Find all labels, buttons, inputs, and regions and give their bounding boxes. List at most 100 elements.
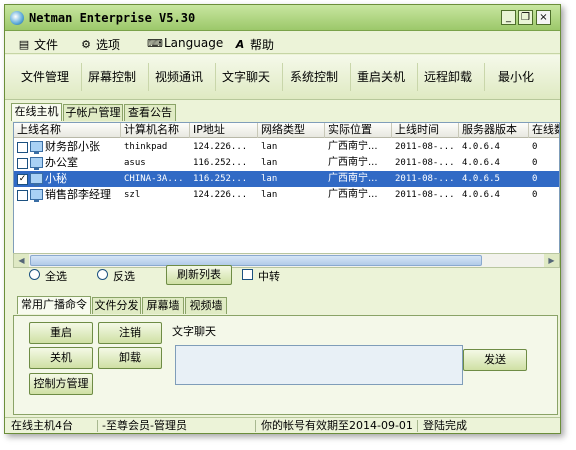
account-expiry-status: 你的帐号有效期至2014-09-01	[261, 419, 413, 432]
account-level-status: -至尊会员-管理员	[102, 419, 187, 432]
relay-label[interactable]: 中转	[258, 268, 280, 284]
table-header: 上线名称 计算机名称 IP地址 网络类型 实际位置 上线时间 服务器版本 在线数	[14, 123, 559, 138]
network-type: lan	[261, 190, 278, 200]
file-manager-button[interactable]: 文件管理	[12, 59, 78, 95]
system-control-button[interactable]: 系统控制	[281, 59, 347, 95]
uninstall-button[interactable]: 卸载	[98, 347, 162, 369]
row-checkbox[interactable]	[17, 158, 28, 169]
location: 广西南宁...	[328, 157, 378, 168]
computer-icon	[30, 141, 43, 154]
invert-selection-label[interactable]: 反选	[113, 268, 135, 284]
menu-language[interactable]: ⌨ Language	[147, 36, 223, 50]
table-row[interactable]: 销售部李经理 szl 124.226... lan 广西南宁... 2011-0…	[14, 187, 559, 203]
computer-name: asus	[124, 158, 146, 168]
status-divider	[417, 420, 418, 432]
restart-button[interactable]: 重启	[29, 322, 93, 344]
column-header[interactable]: 上线名称	[14, 123, 121, 138]
menu-options-label: 选项	[96, 38, 121, 52]
tab-online-hosts[interactable]: 在线主机	[11, 103, 62, 121]
refresh-list-button[interactable]: 刷新列表	[166, 265, 232, 285]
app-window: Netman Enterprise V5.30 _ ❐ × ▤ 文件 ⚙ 选项 …	[4, 4, 561, 434]
network-type: lan	[261, 142, 278, 152]
host-name: 财务部小张	[45, 140, 100, 153]
file-icon: ▤	[18, 38, 30, 51]
location: 广西南宁...	[328, 141, 378, 152]
location: 广西南宁...	[328, 189, 378, 200]
column-header[interactable]: 实际位置	[325, 123, 392, 138]
minimize-app-button[interactable]: 最小化	[483, 59, 549, 95]
menu-file-label: 文件	[34, 38, 59, 52]
send-button[interactable]: 发送	[463, 349, 527, 371]
restart-shutdown-button[interactable]: 重启关机	[348, 59, 414, 95]
menu-bar: ▤ 文件 ⚙ 选项 ⌨ Language A 帮助	[5, 32, 560, 54]
network-type: lan	[261, 158, 278, 168]
online-time: 2011-08-...	[395, 174, 455, 184]
scroll-right-icon[interactable]: ▶	[544, 254, 559, 267]
help-icon: A	[235, 38, 245, 51]
logout-button[interactable]: 注销	[98, 322, 162, 344]
tab-video-wall[interactable]: 视频墙	[185, 297, 227, 314]
tab-file-distribution[interactable]: 文件分发	[92, 297, 141, 314]
network-type: lan	[261, 174, 278, 184]
ip-address: 124.226...	[193, 190, 248, 200]
close-button[interactable]: ×	[536, 10, 551, 25]
chat-message-input[interactable]	[175, 345, 463, 385]
screen-control-button[interactable]: 屏幕控制	[79, 59, 145, 95]
online-count: 0	[532, 142, 538, 152]
tab-sub-accounts[interactable]: 子帐户管理	[63, 104, 123, 121]
online-count: 0	[532, 190, 538, 200]
menu-help[interactable]: A 帮助	[233, 36, 274, 53]
table-horizontal-scrollbar[interactable]: ◀ ▶	[13, 253, 560, 268]
minimize-button[interactable]: _	[501, 10, 516, 25]
online-time: 2011-08-...	[395, 142, 455, 152]
relay-checkbox[interactable]	[242, 269, 253, 280]
video-call-button[interactable]: 视频通讯	[146, 59, 212, 95]
ip-address: 124.226...	[193, 142, 248, 152]
tab-announcements[interactable]: 查看公告	[124, 104, 176, 121]
host-name: 销售部李经理	[45, 188, 111, 201]
status-divider	[255, 420, 256, 432]
computer-icon	[30, 173, 43, 186]
restore-button[interactable]: ❐	[518, 10, 533, 25]
shutdown-button[interactable]: 关机	[29, 347, 93, 369]
computer-icon	[30, 157, 43, 170]
select-all-label[interactable]: 全选	[45, 268, 67, 284]
remote-uninstall-button[interactable]: 远程卸载	[415, 59, 481, 95]
ip-address: 116.252...	[193, 174, 248, 184]
language-icon: ⌨	[147, 36, 163, 50]
server-version: 4.0.6.4	[462, 158, 500, 168]
menu-help-label: 帮助	[250, 38, 275, 52]
column-header[interactable]: 在线数	[529, 123, 559, 138]
column-header[interactable]: 计算机名称	[121, 123, 190, 138]
host-name: 办公室	[45, 156, 78, 169]
menu-language-label: Language	[164, 36, 224, 50]
server-version: 4.0.6.5	[462, 174, 500, 184]
status-bar: 在线主机4台 -至尊会员-管理员 你的帐号有效期至2014-09-01 登陆完成	[5, 417, 560, 433]
menu-file[interactable]: ▤ 文件	[17, 36, 58, 53]
text-chat-button[interactable]: 文字聊天	[213, 59, 279, 95]
scroll-left-icon[interactable]: ◀	[14, 254, 29, 267]
column-header[interactable]: 网络类型	[258, 123, 325, 138]
options-icon: ⚙	[81, 38, 91, 51]
invert-selection-radio[interactable]	[97, 269, 108, 280]
server-version: 4.0.6.4	[462, 190, 500, 200]
tab-broadcast-commands[interactable]: 常用广播命令	[17, 296, 91, 314]
table-row-selected[interactable]: ✓ 小秘 CHINA-3A... 116.252... lan 广西南宁... …	[14, 171, 559, 187]
scrollbar-thumb[interactable]	[30, 255, 482, 266]
table-row[interactable]: 办公室 asus 116.252... lan 广西南宁... 2011-08-…	[14, 155, 559, 171]
controller-management-button[interactable]: 控制方管理	[29, 373, 93, 395]
column-header[interactable]: 服务器版本	[459, 123, 529, 138]
row-checkbox[interactable]	[17, 190, 28, 201]
online-time: 2011-08-...	[395, 190, 455, 200]
menu-options[interactable]: ⚙ 选项	[79, 36, 120, 53]
tab-screen-wall[interactable]: 屏幕墙	[142, 297, 184, 314]
row-checkbox[interactable]	[17, 142, 28, 153]
online-count: 0	[532, 174, 538, 184]
server-version: 4.0.6.4	[462, 142, 500, 152]
column-header[interactable]: 上线时间	[392, 123, 459, 138]
computer-icon	[30, 189, 43, 202]
column-header[interactable]: IP地址	[190, 123, 258, 138]
select-all-radio[interactable]	[29, 269, 40, 280]
table-row[interactable]: 财务部小张 thinkpad 124.226... lan 广西南宁... 20…	[14, 139, 559, 155]
row-checkbox-checked[interactable]: ✓	[17, 174, 28, 185]
